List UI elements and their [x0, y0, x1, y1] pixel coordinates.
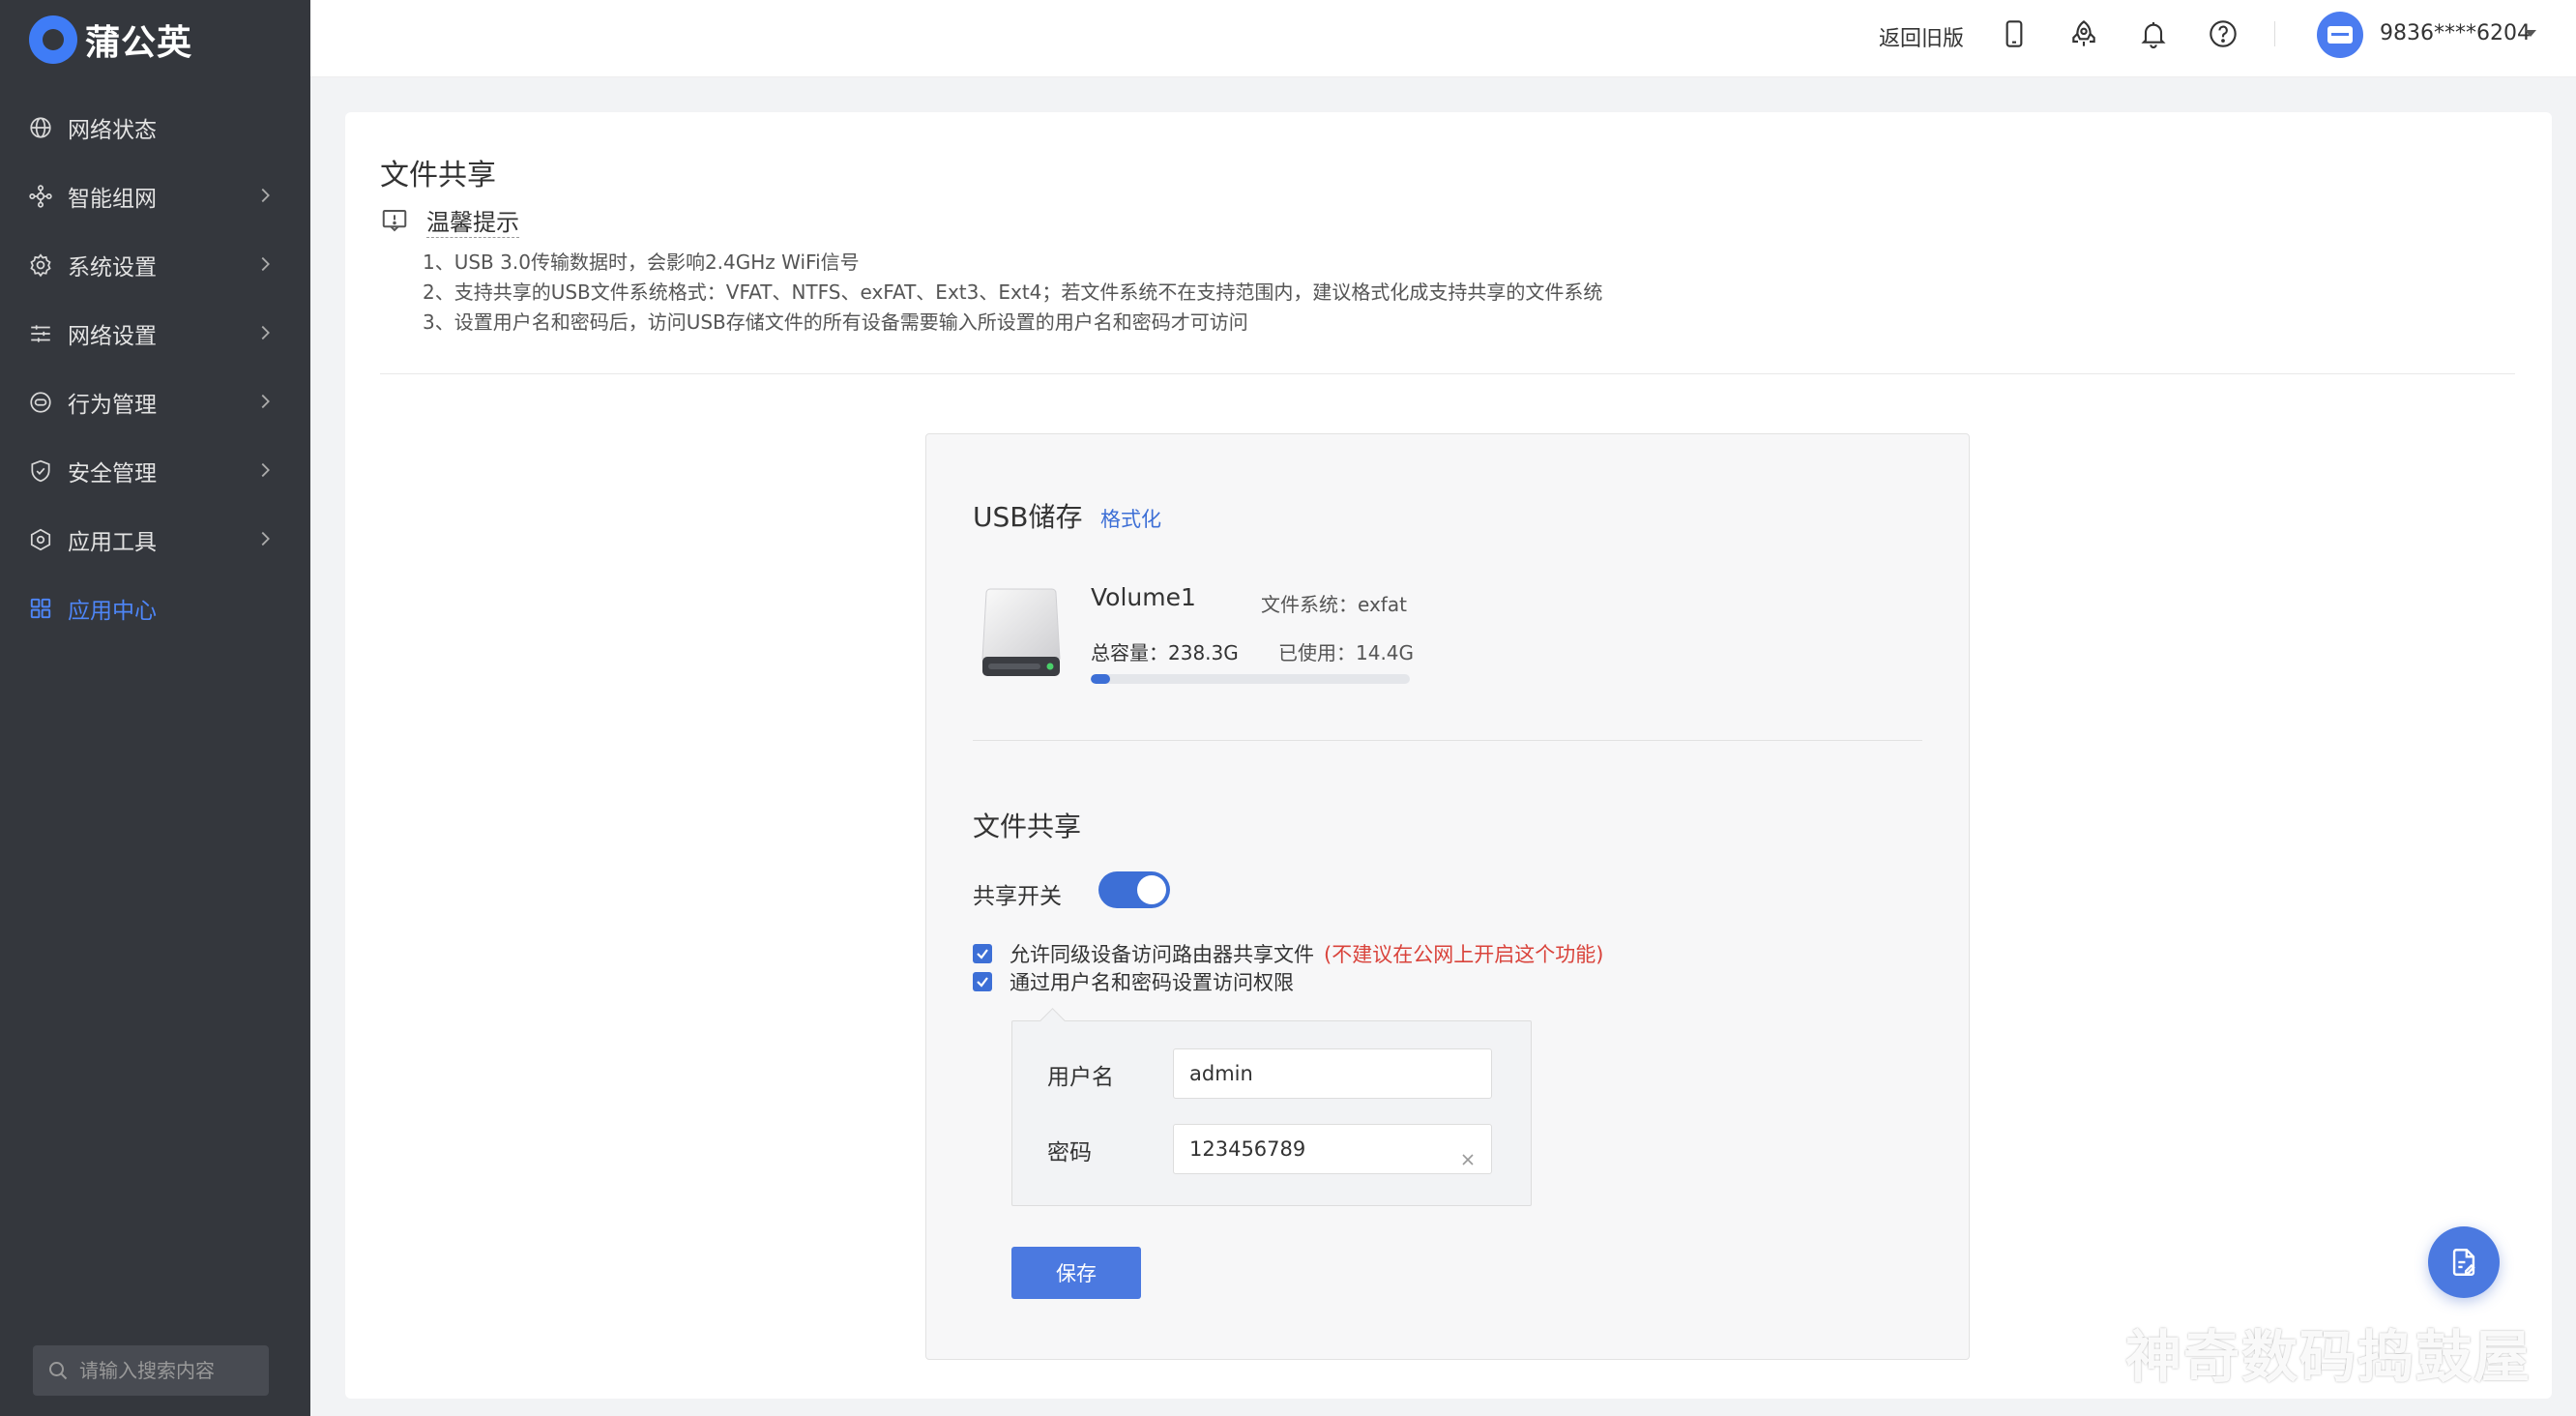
chevron-right-icon — [261, 256, 270, 272]
sidebar-item-label: 行为管理 — [68, 392, 157, 418]
volume-used-capacity: 已使用：14.4G — [1278, 641, 1415, 664]
gear-icon — [27, 251, 54, 279]
sidebar-item-label: 网络状态 — [68, 117, 157, 143]
sidebar-item-network-settings[interactable]: 网络设置 — [0, 299, 310, 368]
sidebar-nav: 网络状态 智能组网 系统设置 网络设置 行为管理 安全管理 应用工具 应用中心 — [0, 93, 310, 642]
password-label: 密码 — [1047, 1140, 1092, 1165]
sidebar: 蒲公英 网络状态 智能组网 系统设置 网络设置 行为管理 安全管理 应用工具 应… — [0, 0, 310, 1416]
chevron-right-icon — [261, 462, 270, 478]
chevron-right-icon — [261, 394, 270, 409]
rocket-icon[interactable] — [2066, 16, 2101, 51]
sidebar-item-smart-network[interactable]: 智能组网 — [0, 162, 310, 230]
username-label: 用户名 — [1047, 1065, 1114, 1090]
tips-title: 温馨提示 — [426, 203, 519, 238]
share-switch-label: 共享开关 — [973, 884, 1062, 909]
peer-access-warning: (不建议在公网上开启这个功能) — [1324, 943, 1604, 966]
user-account-name[interactable]: 9836****6204 — [2380, 21, 2531, 45]
brand-name: 蒲公英 — [85, 23, 193, 63]
username-field[interactable] — [1173, 1048, 1492, 1099]
save-button[interactable]: 保存 — [1011, 1247, 1141, 1299]
file-share-title: 文件共享 — [973, 811, 1082, 842]
sidebar-item-label: 智能组网 — [68, 186, 157, 212]
tips-list: 1、USB 3.0传输数据时，会影响2.4GHz WiFi信号 2、支持共享的U… — [423, 248, 1602, 338]
dandelion-logo-icon — [29, 15, 77, 64]
sidebar-item-app-tools[interactable]: 应用工具 — [0, 505, 310, 574]
behavior-icon — [27, 389, 54, 416]
sidebar-item-label: 安全管理 — [68, 460, 157, 487]
sliders-icon — [27, 320, 54, 347]
search-icon — [49, 1362, 68, 1380]
header-divider — [2274, 21, 2275, 46]
hard-drive-icon — [981, 588, 1061, 676]
back-to-old-version-link[interactable]: 返回旧版 — [1879, 21, 1964, 52]
bell-icon[interactable] — [2136, 16, 2171, 51]
watermark-text: 神奇数码捣鼓屋 — [2125, 1324, 2532, 1390]
password-field[interactable] — [1173, 1124, 1492, 1174]
card-icon — [2327, 26, 2353, 44]
option-credential-access: 通过用户名和密码设置访问权限 — [973, 967, 1294, 996]
share-toggle[interactable] — [1098, 871, 1170, 908]
usb-storage-title: USB储存 — [973, 501, 1083, 533]
chevron-right-icon — [261, 531, 270, 546]
network-icon — [27, 183, 54, 210]
check-icon — [977, 977, 988, 988]
top-header: 返回旧版 9836****6204 — [310, 0, 2576, 77]
sidebar-item-label: 系统设置 — [68, 254, 157, 280]
toggle-knob — [1137, 875, 1166, 904]
notice-icon — [382, 210, 407, 232]
tip-item: 1、USB 3.0传输数据时，会影响2.4GHz WiFi信号 — [423, 251, 860, 274]
peer-access-label: 允许同级设备访问路由器共享文件 — [1010, 943, 1314, 966]
tips-header: 温馨提示 — [380, 203, 519, 238]
credential-access-checkbox[interactable] — [973, 972, 992, 991]
brand-logo[interactable]: 蒲公英 — [29, 15, 192, 64]
option-peer-access: 允许同级设备访问路由器共享文件 (不建议在公网上开启这个功能) — [973, 939, 1603, 968]
tip-item: 3、设置用户名和密码后，访问USB存储文件的所有设备需要输入所设置的用户名和密码… — [423, 310, 1248, 334]
sidebar-item-label: 应用工具 — [68, 529, 157, 555]
volume-total-capacity: 总容量：238.3G — [1091, 641, 1239, 664]
shield-icon — [27, 457, 54, 485]
tip-item: 2、支持共享的USB文件系统格式：VFAT、NTFS、exFAT、Ext3、Ex… — [423, 280, 1603, 304]
globe-icon — [27, 114, 54, 141]
hexagon-icon — [27, 526, 54, 553]
volume-name: Volume1 — [1091, 583, 1196, 611]
clear-icon[interactable] — [1457, 1149, 1478, 1170]
help-icon[interactable] — [2206, 16, 2240, 51]
panel-divider — [973, 740, 1922, 741]
sidebar-search — [33, 1345, 269, 1396]
sidebar-item-app-center[interactable]: 应用中心 — [0, 574, 310, 642]
usage-progress-fill — [1091, 674, 1110, 684]
credential-access-label: 通过用户名和密码设置访问权限 — [1010, 971, 1294, 994]
main-content: 文件共享 温馨提示 1、USB 3.0传输数据时，会影响2.4GHz WiFi信… — [345, 112, 2552, 1399]
credentials-box: 用户名 密码 — [1011, 1020, 1532, 1206]
sidebar-item-security-management[interactable]: 安全管理 — [0, 436, 310, 505]
sidebar-item-label: 应用中心 — [68, 598, 157, 624]
edit-document-icon — [2452, 1249, 2475, 1276]
feedback-button[interactable] — [2428, 1226, 2500, 1298]
sidebar-search-input[interactable] — [79, 1359, 253, 1382]
format-link[interactable]: 格式化 — [1100, 504, 1161, 533]
sidebar-item-network-status[interactable]: 网络状态 — [0, 93, 310, 162]
chevron-right-icon — [261, 325, 270, 340]
avatar[interactable] — [2317, 12, 2363, 58]
sidebar-item-label: 网络设置 — [68, 323, 157, 349]
sidebar-item-system-settings[interactable]: 系统设置 — [0, 230, 310, 299]
sidebar-item-behavior-management[interactable]: 行为管理 — [0, 368, 310, 436]
usage-progress-bar — [1091, 674, 1410, 684]
page-title: 文件共享 — [380, 159, 496, 192]
volume-filesystem: 文件系统：exfat — [1261, 593, 1407, 616]
chevron-right-icon — [261, 188, 270, 203]
phone-icon[interactable] — [1997, 16, 2032, 51]
check-icon — [977, 949, 988, 959]
grid-icon — [27, 595, 54, 622]
peer-access-checkbox[interactable] — [973, 944, 992, 963]
usb-share-panel: USB储存 格式化 Volume1 文件系统：exfat 总容量：238.3G … — [925, 433, 1970, 1360]
section-divider — [380, 373, 2515, 374]
caret-down-icon[interactable] — [2525, 30, 2536, 37]
